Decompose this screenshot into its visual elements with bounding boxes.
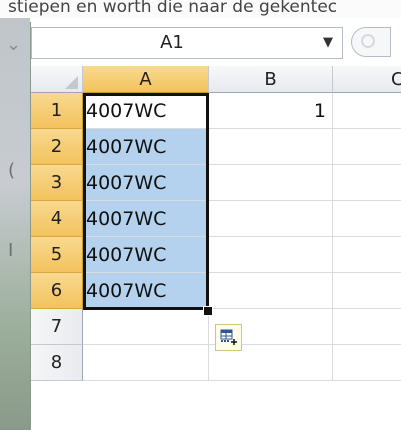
background-window-strip: ⌄ ( I xyxy=(0,18,30,430)
cell-b2[interactable] xyxy=(209,129,333,165)
row-header-2[interactable]: 2 xyxy=(31,129,83,165)
row-header-5[interactable]: 5 xyxy=(31,237,83,273)
cell-c1[interactable] xyxy=(333,93,401,129)
cell-c6[interactable] xyxy=(333,273,401,309)
partial-glyph: ( xyxy=(8,160,16,181)
cell-c3[interactable] xyxy=(333,165,401,201)
cell-a5[interactable]: 4007WC xyxy=(83,237,209,273)
cell-a7[interactable] xyxy=(83,309,209,345)
row-header-6[interactable]: 6 xyxy=(31,273,83,309)
cell-c8[interactable] xyxy=(333,345,401,381)
cell-a1[interactable]: 4007WC xyxy=(83,93,209,129)
cell-a3[interactable]: 4007WC xyxy=(83,165,209,201)
circle-icon xyxy=(361,34,375,48)
auto-fill-options-icon xyxy=(220,329,237,345)
cell-b5[interactable] xyxy=(209,237,333,273)
column-header-c[interactable]: C xyxy=(333,66,401,93)
row-header-4[interactable]: 4 xyxy=(31,201,83,237)
cell-a6[interactable]: 4007WC xyxy=(83,273,209,309)
cell-c5[interactable] xyxy=(333,237,401,273)
column-header-a[interactable]: A xyxy=(83,66,209,93)
cell-c2[interactable] xyxy=(333,129,401,165)
cell-a8[interactable] xyxy=(83,345,209,381)
cell-a4[interactable]: 4007WC xyxy=(83,201,209,237)
select-all-corner-icon xyxy=(65,76,78,89)
formula-bar-button[interactable] xyxy=(351,27,391,57)
row-header-3[interactable]: 3 xyxy=(31,165,83,201)
row-header-1[interactable]: 1 xyxy=(31,93,83,129)
column-header-b[interactable]: B xyxy=(209,66,333,93)
cell-c7[interactable] xyxy=(333,309,401,345)
cell-b6[interactable] xyxy=(209,273,333,309)
cell-c4[interactable] xyxy=(333,201,401,237)
name-box[interactable]: A1 ▼ xyxy=(31,27,343,59)
cell-a2[interactable]: 4007WC xyxy=(83,129,209,165)
cell-b4[interactable] xyxy=(209,201,333,237)
cell-b1[interactable]: 1 xyxy=(209,93,333,129)
name-box-value[interactable]: A1 xyxy=(32,28,312,58)
cell-b3[interactable] xyxy=(209,165,333,201)
fill-handle[interactable] xyxy=(203,306,213,316)
select-all-corner[interactable] xyxy=(31,66,83,93)
chevron-down-icon: ⌄ xyxy=(6,34,22,55)
spreadsheet-window: A1 ▼ A B C 1 4007WC 1 2 4007WC 3 4007WC … xyxy=(31,18,401,430)
row-header-7[interactable]: 7 xyxy=(31,309,83,345)
auto-fill-options-button[interactable] xyxy=(215,324,242,351)
chevron-down-icon[interactable]: ▼ xyxy=(314,28,342,58)
worksheet-grid: A B C 1 4007WC 1 2 4007WC 3 4007WC 4 400… xyxy=(31,66,401,430)
row-header-8[interactable]: 8 xyxy=(31,345,83,381)
formula-bar: A1 ▼ xyxy=(31,18,401,66)
partial-glyph: I xyxy=(8,240,14,261)
